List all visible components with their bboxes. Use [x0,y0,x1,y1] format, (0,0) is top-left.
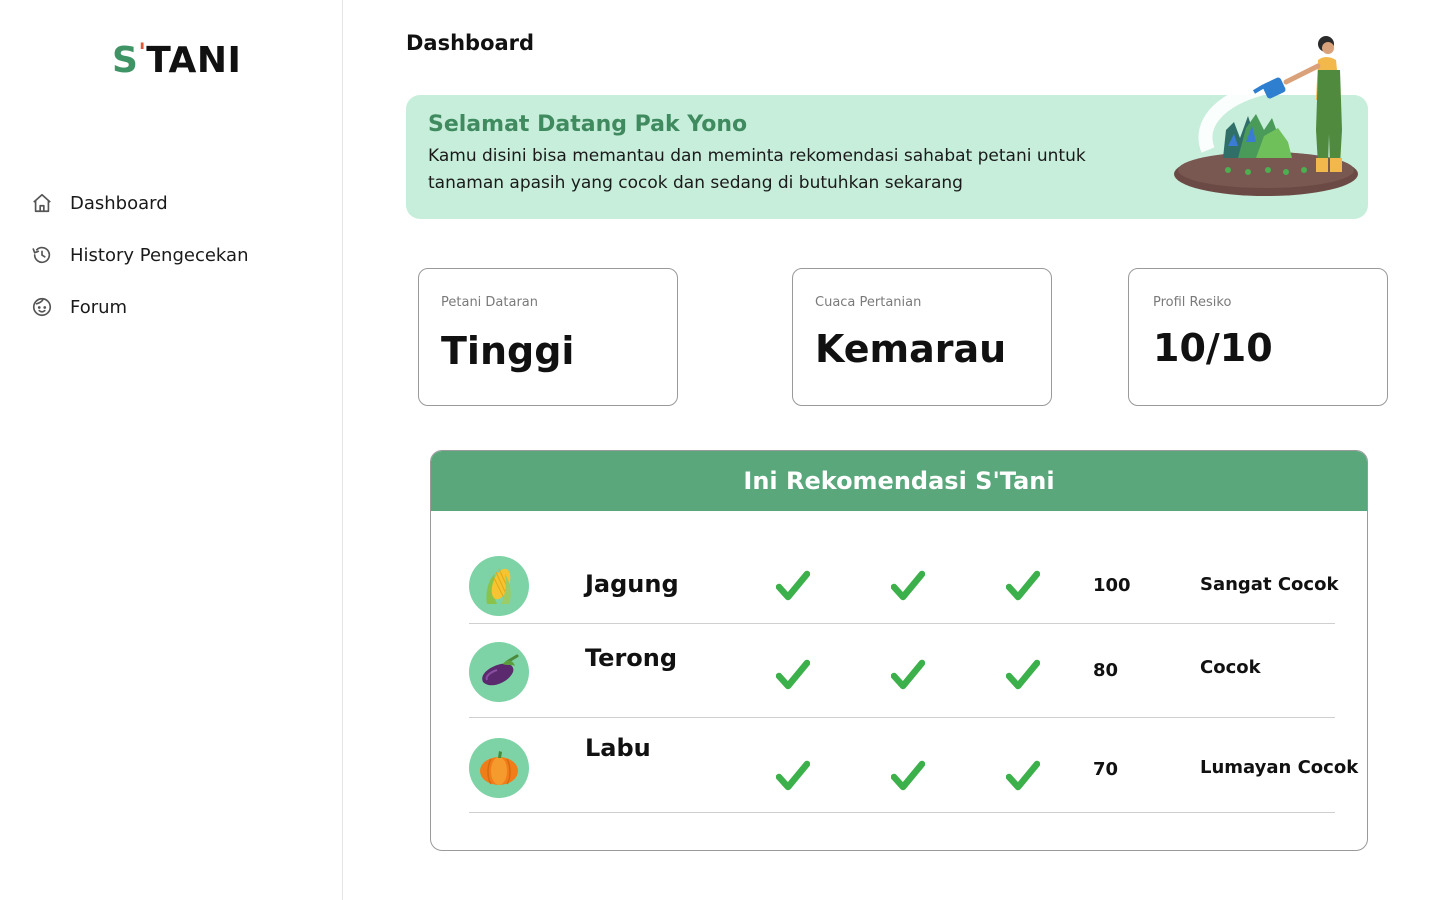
score-value: 100 [1093,575,1131,596]
stat-card-dataran: Petani Dataran Tinggi [418,268,678,406]
sidebar-item-label: Forum [70,296,128,318]
score-value: 70 [1093,759,1119,780]
corn-icon [469,556,529,616]
stat-label: Profil Resiko [1153,295,1232,310]
welcome-text: Kamu disini bisa memantau dan meminta re… [428,146,1086,193]
verdict-label: Lumayan Cocok [1200,757,1359,778]
sidebar-item-forum[interactable]: Forum [30,295,127,319]
stat-card-cuaca: Cuaca Pertanian Kemarau [792,268,1052,406]
check-icon [1006,570,1040,601]
stat-label: Cuaca Pertanian [815,295,922,310]
table-row[interactable]: Jagung 100 Sangat Cocok [469,556,1339,624]
welcome-title: Selamat Datang Pak Yono [428,112,748,137]
stat-value: 10/10 [1153,326,1273,370]
recommendation-header: Ini Rekomendasi S'Tani [431,451,1367,511]
eggplant-icon [469,642,529,702]
check-icon [1006,659,1040,690]
check-icon [891,659,925,690]
plant-name: Jagung [585,570,679,598]
sidebar: S'TANI Dashboard History Pengecekan Foru… [0,0,343,900]
pumpkin-icon [469,738,529,798]
stat-value: Kemarau [815,327,1007,371]
home-icon [30,191,54,215]
check-icon [776,570,810,601]
stat-label: Petani Dataran [441,295,539,310]
verdict-label: Sangat Cocok [1200,574,1339,595]
table-row[interactable]: Labu 70 Lumayan Cocok [469,718,1358,813]
sidebar-item-label: History Pengecekan [70,244,249,266]
sidebar-item-label: Dashboard [70,192,168,214]
face-icon [30,295,54,319]
verdict-label: Cocok [1200,657,1261,678]
check-icon [891,570,925,601]
page-title: Dashboard [406,31,535,55]
brand-logo[interactable]: S'TANI [112,38,242,81]
logo-apostrophe: ' [138,38,147,66]
sidebar-item-dashboard[interactable]: Dashboard [30,191,168,215]
recommendation-title: Ini Rekomendasi S'Tani [743,467,1055,495]
plant-name: Labu [585,734,651,762]
sidebar-item-history[interactable]: History Pengecekan [30,243,248,267]
check-icon [776,760,810,791]
logo-text: TANI [146,40,242,81]
stat-card-resiko: Profil Resiko 10/10 [1128,268,1388,406]
stat-value: Tinggi [441,329,575,373]
check-icon [891,760,925,791]
table-row[interactable]: Terong 80 Cocok [469,624,1335,718]
check-icon [1006,760,1040,791]
logo-letter-s: S [112,40,139,81]
farmer-watering-illustration [1174,36,1358,196]
history-icon [30,243,54,267]
check-icon [776,659,810,690]
plant-name: Terong [585,644,678,672]
recommendation-table: Ini Rekomendasi S'Tani Jagung 100 Sangat… [430,450,1368,851]
score-value: 80 [1093,660,1119,681]
